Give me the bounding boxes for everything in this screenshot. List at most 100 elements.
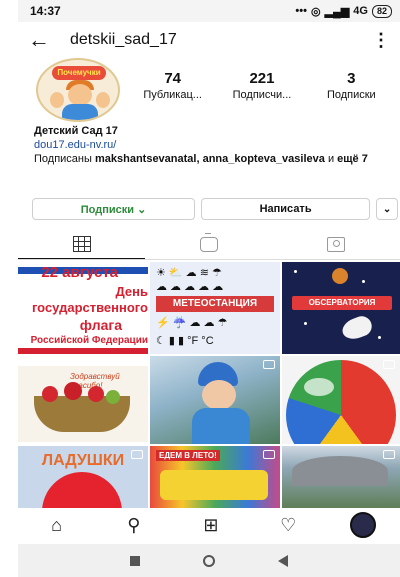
post-flag-line-5: Российской Федерации [30, 335, 148, 346]
post-apples-label: Зодравствуй спасибо! [70, 372, 120, 390]
alarm-icon: ◎ [310, 5, 321, 18]
post-stage[interactable] [282, 446, 400, 508]
posts-grid: 22 августа День государственного флага Р… [18, 262, 400, 508]
post-ladushki-label: ЛАДУШКИ [41, 452, 125, 469]
video-icon [263, 450, 275, 459]
status-bar: 14:37 ••• ◎ ▂▄▆ 4G 82 [18, 0, 400, 22]
followed-by-more: ещё 7 [337, 153, 368, 165]
profile-link[interactable]: dou17.edu-nv.ru/ [34, 138, 394, 152]
ball-icon [286, 360, 396, 444]
more-notifications-icon: ••• [295, 5, 307, 17]
profile-header: ← detskii_sad_17 ⋮ [18, 26, 400, 54]
recents-icon[interactable] [129, 555, 140, 566]
stat-following-label: Подписки [326, 89, 376, 101]
tab-igtv[interactable] [145, 230, 272, 259]
avatar-hand-left [50, 92, 64, 108]
stat-following-value: 3 [347, 70, 356, 87]
stat-followers-value: 221 [249, 70, 275, 87]
stage-roof [292, 456, 388, 486]
status-icons: ••• ◎ ▂▄▆ 4G 82 [295, 4, 392, 18]
post-flag-line-2: День [115, 284, 149, 299]
star-icon [304, 322, 307, 325]
avatar-hand-right [96, 92, 110, 108]
star-icon [362, 280, 365, 283]
profile-name: Детский Сад 17 [34, 125, 118, 137]
search-icon[interactable]: ⚲ [119, 515, 149, 536]
profile-tab-avatar[interactable] [350, 512, 377, 538]
stat-posts[interactable]: 74 Публикац... [128, 70, 217, 101]
igtv-icon [199, 233, 218, 252]
more-vertical-icon[interactable]: ⋮ [372, 30, 390, 51]
signal-icon: ▂▄▆ [324, 5, 350, 18]
video-icon [383, 360, 395, 369]
sun-icon: ☀ ⛅ ☁ ≋ ☂ [156, 267, 222, 279]
heart-icon[interactable]: ♡ [273, 515, 303, 536]
profile-avatar[interactable]: Почемучки [36, 58, 120, 122]
ball-highlight [304, 378, 334, 396]
followed-by-prefix: Подписаны [34, 153, 95, 165]
status-time: 14:37 [30, 4, 61, 18]
tab-posts-grid[interactable] [18, 230, 146, 259]
planet-icon [332, 268, 348, 284]
tagged-icon [327, 237, 346, 252]
battery-icon: 82 [371, 4, 392, 18]
child-shirt [192, 408, 250, 444]
profile-stats: 74 Публикац... 221 Подписчи... 3 Подписк… [128, 70, 396, 101]
flag-stripe-red [18, 348, 148, 354]
post-flag-day[interactable]: 22 августа День государственного флага Р… [18, 262, 148, 354]
back-icon[interactable] [278, 554, 289, 567]
leaf-icon [106, 390, 120, 404]
post-flag-line-1: 22 августа [41, 264, 118, 281]
post-apples[interactable]: Зодравствуй спасибо! [18, 356, 148, 444]
stat-posts-value: 74 [164, 70, 181, 87]
following-button[interactable]: Подписки ⌄ [32, 198, 196, 220]
post-observatory[interactable]: ОБСЕРВАТОРИЯ [282, 262, 400, 354]
instagram-profile-screen: 14:37 ••• ◎ ▂▄▆ 4G 82 ← detskii_sad_17 ⋮… [18, 0, 400, 577]
avatar-face [68, 84, 92, 106]
bus-icon [160, 470, 268, 500]
message-button[interactable]: Написать [201, 198, 371, 220]
post-ball[interactable] [282, 356, 400, 444]
apple-icon [42, 386, 58, 402]
avatar-shirt [62, 104, 98, 120]
cloud-icon: ☁ ☁ ☁ ☁ ☁ [156, 281, 224, 293]
suggestions-button[interactable]: ⌄ [376, 198, 399, 220]
profile-username: detskii_sad_17 [70, 31, 177, 48]
home-button-icon[interactable] [202, 554, 215, 567]
video-icon [131, 450, 143, 459]
post-ladushki[interactable]: ЛАДУШКИ [18, 446, 148, 508]
thermometer-icon: ☾ ▮ ▮ °F °C [156, 335, 214, 347]
star-icon [378, 336, 381, 339]
rocket-icon [339, 313, 375, 343]
followed-by-names: makshantsevanatal, anna_koptevа_vasileva [94, 153, 325, 165]
android-nav-bar [18, 544, 400, 577]
grid-icon [72, 236, 91, 252]
stat-following[interactable]: 3 Подписки [307, 70, 396, 101]
post-summer-bus[interactable]: ЕДЕМ В ЛЕТО! [150, 446, 280, 508]
apple-icon [64, 382, 82, 400]
heart-shape [42, 472, 122, 508]
post-summer-label: ЕДЕМ В ЛЕТО! [156, 450, 220, 461]
post-weather-label: МЕТЕОСТАНЦИЯ [156, 296, 274, 312]
stat-followers-label: Подписчи... [232, 89, 292, 101]
home-icon[interactable]: ⌂ [42, 515, 72, 536]
stat-followers[interactable]: 221 Подписчи... [217, 70, 306, 101]
post-kids-playing[interactable] [150, 356, 280, 444]
followed-by[interactable]: Подписаны makshantsevanatal, anna_koptev… [34, 152, 394, 166]
child-face [202, 380, 236, 410]
video-icon [263, 360, 275, 369]
apple-icon [88, 386, 104, 402]
stat-posts-label: Публикац... [143, 89, 202, 101]
profile-bio: Детский Сад 17 dou17.edu-nv.ru/ Подписан… [34, 124, 394, 166]
storm-icon: ⚡ ☔ ☁ ☁ ☂ [156, 317, 228, 329]
network-type: 4G [353, 5, 368, 17]
bottom-navigation: ⌂ ⚲ ⊞ ♡ [18, 510, 400, 540]
followed-by-and: и [324, 153, 338, 165]
add-post-icon[interactable]: ⊞ [196, 515, 226, 536]
star-icon [294, 270, 297, 273]
post-weather-station[interactable]: ☀ ⛅ ☁ ≋ ☂ ☁ ☁ ☁ ☁ ☁ МЕТЕОСТАНЦИЯ ⚡ ☔ ☁ ☁… [150, 262, 280, 354]
tab-tagged[interactable] [273, 230, 400, 259]
post-observatory-label: ОБСЕРВАТОРИЯ [292, 296, 392, 310]
arrow-left-icon[interactable]: ← [28, 27, 58, 53]
post-flag-line-3: государственного [31, 300, 148, 315]
